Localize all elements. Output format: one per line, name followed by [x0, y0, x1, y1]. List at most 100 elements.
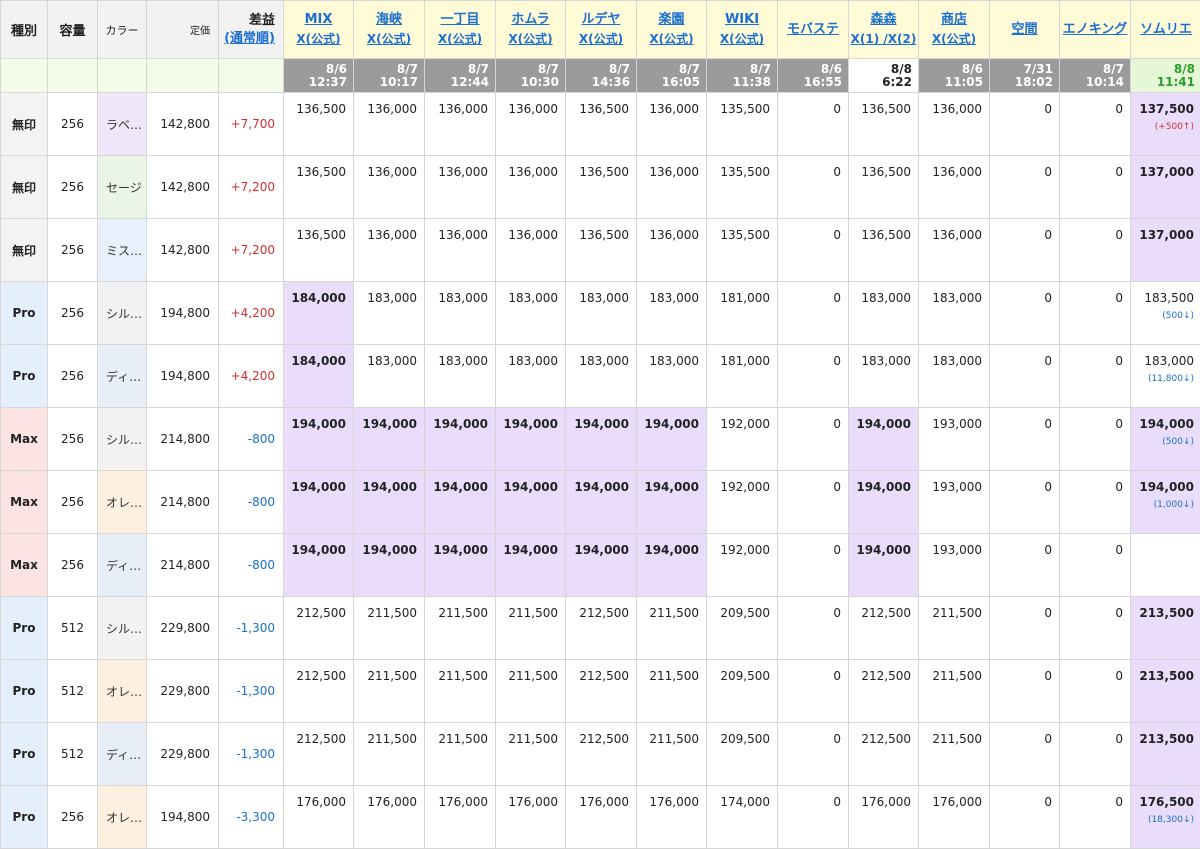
color-name: オレ… [98, 471, 147, 534]
shop-name-link[interactable]: モバステ [778, 22, 848, 38]
timestamp-blank [219, 59, 284, 93]
capacity: 256 [48, 408, 98, 471]
price-table-body: 無印256ラベ…142,800+7,700136,500136,000136,0… [1, 93, 1200, 849]
buy-price-cell: 194,000 [849, 471, 919, 534]
timestamp-date: 8/8 [849, 63, 912, 76]
buy-price-cell: 193,000 [919, 408, 990, 471]
buy-price-value: 0 [833, 354, 841, 368]
buy-price-cell: 0 [778, 597, 849, 660]
update-timestamp: 8/711:38 [707, 59, 778, 93]
buy-price-value: 0 [1044, 102, 1052, 116]
shop-name-link[interactable]: WIKI [707, 10, 777, 31]
buy-price-value: 136,000 [438, 102, 488, 116]
buy-price-cell: 0 [778, 471, 849, 534]
shop-header-10[interactable]: 空間 [990, 1, 1060, 59]
buy-price-cell: 211,500 [354, 597, 425, 660]
shop-name-link[interactable]: 森森 [849, 10, 918, 31]
buy-price-cell: 0 [990, 786, 1060, 849]
buy-price-value: 183,000 [932, 354, 982, 368]
shop-name-link[interactable]: 商店 [919, 10, 989, 31]
shop-x-link[interactable]: X(1) /X(2) [849, 30, 918, 49]
profit-diff: +4,200 [219, 345, 284, 408]
timestamp-date: 8/8 [1131, 63, 1195, 76]
shop-name-link[interactable]: ソムリエ [1131, 22, 1200, 38]
shop-header-5[interactable]: 楽園X(公式) [637, 1, 707, 59]
header-diff[interactable]: 差益 (通常順) [219, 1, 284, 59]
shop-name-link[interactable]: ルデヤ [566, 10, 636, 31]
buy-price-value: 209,500 [720, 669, 770, 683]
buy-price-cell: 0 [778, 723, 849, 786]
shop-x-link[interactable]: X(公式) [919, 30, 989, 49]
buy-price-value: 192,000 [720, 480, 770, 494]
buy-price-cell [1131, 534, 1200, 597]
shop-header-2[interactable]: 一丁目X(公式) [425, 1, 496, 59]
shop-name-link[interactable]: 楽園 [637, 10, 706, 31]
shop-header-8[interactable]: 森森X(1) /X(2) [849, 1, 919, 59]
shop-x-link[interactable]: X(公式) [566, 30, 636, 49]
profit-diff: -800 [219, 408, 284, 471]
shop-name-link[interactable]: 海峡 [354, 10, 424, 31]
buy-price-cell: 211,500 [425, 660, 496, 723]
shop-header-12[interactable]: ソムリエ [1131, 1, 1200, 59]
shop-x-link[interactable]: X(公式) [354, 30, 424, 49]
buy-price-cell: 192,000 [707, 534, 778, 597]
buy-price-value: 176,000 [861, 795, 911, 809]
shop-x-link[interactable]: X(公式) [425, 30, 495, 49]
buy-price-value: 194,000 [503, 417, 558, 431]
buy-price-cell: 211,500 [637, 723, 707, 786]
shop-name-link[interactable]: 空間 [990, 22, 1059, 38]
shop-name-link[interactable]: 一丁目 [425, 10, 495, 31]
shop-name-link[interactable]: ホムラ [496, 10, 565, 31]
shop-header-1[interactable]: 海峡X(公式) [354, 1, 425, 59]
buy-price-value: 0 [1044, 606, 1052, 620]
price-change-note: (18,300↓) [1131, 815, 1194, 825]
buy-price-value: 136,000 [508, 165, 558, 179]
buy-price-cell: 0 [990, 345, 1060, 408]
buy-price-value: 211,500 [932, 732, 982, 746]
buy-price-cell: 0 [990, 597, 1060, 660]
buy-price-cell: 194,000 [284, 471, 354, 534]
buy-price-value: 136,000 [438, 165, 488, 179]
buy-price-value: 136,500 [579, 228, 629, 242]
buy-price-value: 212,500 [861, 606, 911, 620]
buy-price-cell: 183,000 [566, 282, 637, 345]
color-name: セージ [98, 156, 147, 219]
timestamp-time: 11:05 [919, 76, 983, 89]
header-kind: 種別 [1, 1, 48, 59]
buy-price-value: 0 [833, 732, 841, 746]
buy-price-value: 0 [1044, 165, 1052, 179]
shop-header-6[interactable]: WIKIX(公式) [707, 1, 778, 59]
color-name: ディ… [98, 345, 147, 408]
shop-header-0[interactable]: MIXX(公式) [284, 1, 354, 59]
shop-header-11[interactable]: エノキング [1060, 1, 1131, 59]
shop-x-link[interactable]: X(公式) [637, 30, 706, 49]
model-kind: Pro [1, 597, 48, 660]
profit-diff: +7,200 [219, 219, 284, 282]
list-price: 214,800 [147, 471, 219, 534]
buy-price-value: 193,000 [932, 417, 982, 431]
shop-x-link[interactable]: X(公式) [707, 30, 777, 49]
shop-name-link[interactable]: エノキング [1060, 22, 1130, 38]
model-kind: Max [1, 408, 48, 471]
list-price: 194,800 [147, 282, 219, 345]
shop-x-link[interactable]: X(公式) [496, 30, 565, 49]
shop-x-link[interactable]: X(公式) [284, 30, 353, 49]
color-name: オレ… [98, 660, 147, 723]
header-diff-sort-link[interactable]: (通常順) [219, 30, 275, 48]
buy-price-cell: 0 [778, 219, 849, 282]
buy-price-value: 183,000 [367, 291, 417, 305]
timestamp-time: 16:55 [778, 76, 842, 89]
shop-header-7[interactable]: モバステ [778, 1, 849, 59]
buy-price-cell: 136,000 [496, 156, 566, 219]
buy-price-cell: 194,000 [566, 408, 637, 471]
shop-header-9[interactable]: 商店X(公式) [919, 1, 990, 59]
shop-header-3[interactable]: ホムラX(公式) [496, 1, 566, 59]
shop-name-link[interactable]: MIX [284, 10, 353, 31]
shop-header-4[interactable]: ルデヤX(公式) [566, 1, 637, 59]
buy-price-cell: 0 [990, 156, 1060, 219]
capacity: 256 [48, 93, 98, 156]
buy-price-value: 176,000 [438, 795, 488, 809]
buy-price-value: 176,000 [367, 795, 417, 809]
buy-price-cell: 136,500 [849, 156, 919, 219]
table-row: Pro256シル…194,800+4,200184,000183,000183,… [1, 282, 1200, 345]
